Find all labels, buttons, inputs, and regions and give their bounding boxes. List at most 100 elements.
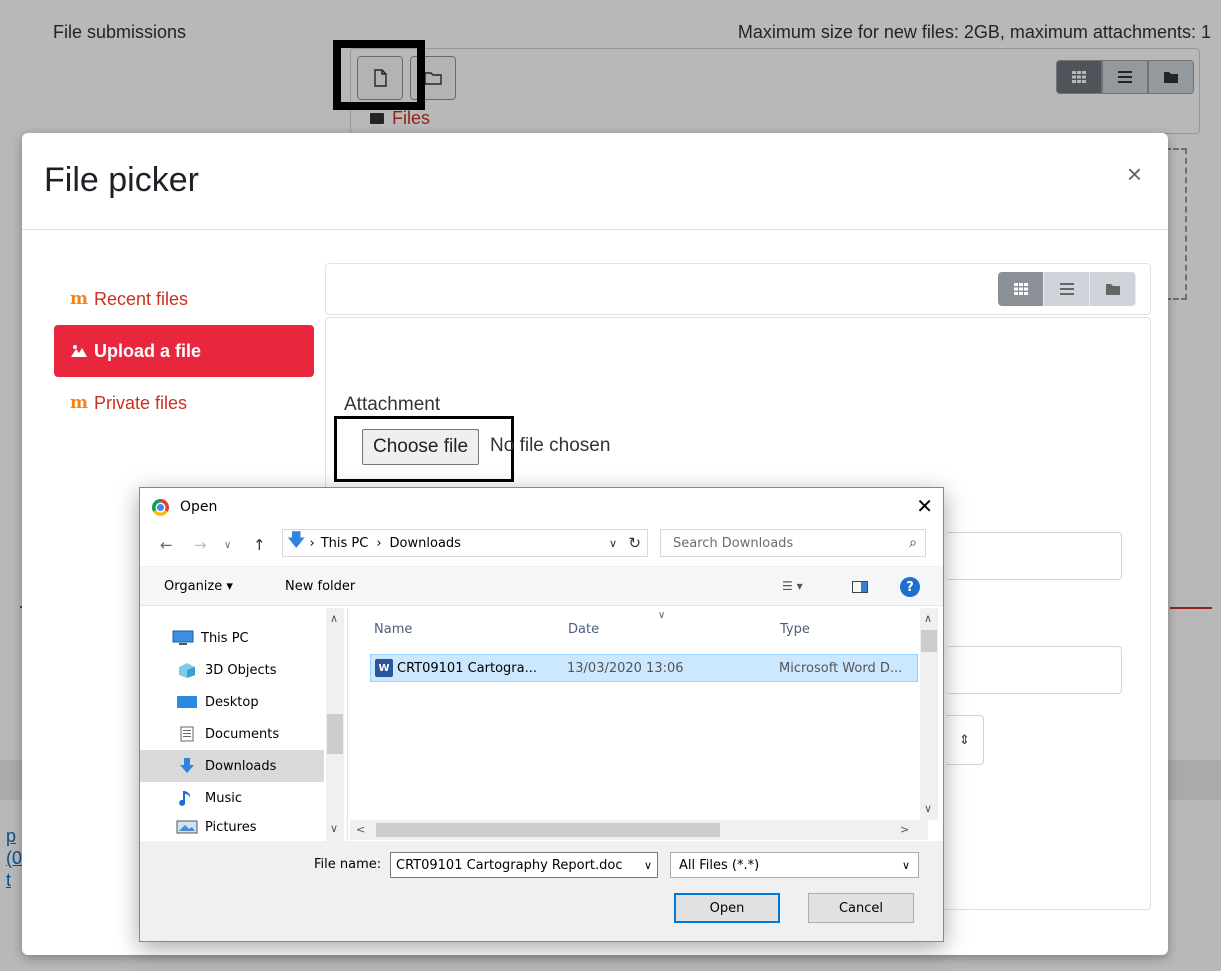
file-row[interactable]: W CRT09101 Cartogra... 13/03/2020 13:06 … [370,654,918,682]
tree-label: Music [205,790,242,806]
sort-indicator-icon: ∨ [658,610,666,621]
choose-file-button[interactable]: Choose file [362,429,480,465]
horizontal-scrollbar[interactable]: < > [350,820,928,840]
modal-title: File picker [44,161,199,199]
list-view-button[interactable] [1044,272,1090,306]
chevron-down-icon[interactable]: ∨ [609,537,617,550]
recent-locations-icon[interactable]: ∨ [224,540,231,551]
tree-item-music[interactable]: Music [140,782,324,814]
cube-icon [179,663,195,678]
address-bar[interactable]: 🡇 › This PC › Downloads ∨ ↻ [282,529,648,557]
grid-view-button[interactable] [998,272,1044,306]
file-name-input[interactable]: CRT09101 Cartography Report.doc ∨ [390,852,658,878]
close-icon[interactable]: × [1127,161,1142,187]
search-icon: ⌕ [909,535,917,551]
nav-label: Upload a file [94,340,202,361]
open-file-dialog: Open ✕ ← → ∨ ↑ 🡇 › This PC › Downloads ∨… [139,487,944,942]
chrome-icon [152,499,169,516]
column-type[interactable]: Type [780,622,810,637]
license-select[interactable]: ⇕ [946,715,984,765]
pictures-icon [176,820,198,834]
breadcrumb-sep: › [309,535,315,551]
close-icon[interactable]: ✕ [916,494,933,518]
scrollbar-thumb[interactable] [327,714,343,754]
file-date: 13/03/2020 13:06 [567,660,684,676]
nav-upload-a-file[interactable]: Upload a file [54,325,314,377]
file-name: CRT09101 Cartogra... [397,660,537,676]
back-arrow-icon[interactable]: ← [160,536,173,554]
moodle-icon: m [70,289,88,309]
scroll-right-icon[interactable]: > [900,823,909,836]
monitor-icon [172,630,194,645]
up-arrow-icon[interactable]: ↑ [253,536,266,554]
scrollbar-thumb[interactable] [921,630,937,652]
tree-item-pictures[interactable]: Pictures [140,814,324,840]
attachment-label: Attachment [344,394,441,415]
navigation-pane: This PC 3D Objects Desktop Documents Dow… [140,608,348,841]
open-button[interactable]: Open [674,893,780,923]
nav-recent-files[interactable]: m Recent files [54,273,314,325]
preview-pane-icon[interactable] [852,581,868,593]
refresh-icon[interactable]: ↻ [628,534,641,552]
modal-header: File picker × [22,133,1168,230]
documents-icon [180,726,194,742]
no-file-chosen-text: No file chosen [490,435,611,456]
column-date[interactable]: Date [568,622,599,637]
grid-icon [1013,283,1028,295]
organize-button[interactable]: Organize ▾ [164,579,233,594]
scroll-down-icon[interactable]: ∨ [924,802,932,815]
author-input[interactable] [946,646,1122,694]
breadcrumb-sep: › [376,535,382,551]
scroll-up-icon[interactable]: ∧ [330,612,338,625]
tree-scrollbar[interactable]: ∧ ∨ [326,608,344,841]
column-name[interactable]: Name [374,622,412,637]
tree-label: This PC [201,630,249,646]
breadcrumb-this-pc[interactable]: This PC [321,536,369,551]
cancel-button[interactable]: Cancel [808,893,914,923]
file-name-value: CRT09101 Cartography Report.doc [396,857,623,873]
search-input[interactable]: Search Downloads ⌕ [660,529,926,557]
view-mode-group [998,272,1136,306]
address-row: ← → ∨ ↑ 🡇 › This PC › Downloads ∨ ↻ Sear… [140,526,943,566]
nav-label: Recent files [94,288,189,309]
dialog-title: Open [180,499,218,515]
nav-private-files[interactable]: m Private files [54,377,314,429]
help-icon[interactable]: ? [900,577,920,597]
desktop-icon [177,696,197,708]
scroll-left-icon[interactable]: < [356,823,365,836]
tree-view-button[interactable] [1090,272,1136,306]
tree-item-this-pc[interactable]: This PC [140,622,324,654]
download-icon [180,758,194,773]
tree-label: 3D Objects [205,662,277,678]
tree-item-downloads[interactable]: Downloads [140,750,324,782]
save-as-input[interactable] [946,532,1122,580]
file-list-scrollbar[interactable]: ∧ ∨ [920,608,938,820]
tree-item-documents[interactable]: Documents [140,718,324,750]
scroll-down-icon[interactable]: ∨ [330,822,338,835]
search-placeholder: Search Downloads [673,535,794,551]
repository-nav: m Recent files Upload a file m Private f… [54,273,314,429]
upload-icon [71,345,87,357]
tree-item-3d-objects[interactable]: 3D Objects [140,654,324,686]
moodle-icon: m [70,393,88,413]
folder-icon [1105,284,1120,295]
music-icon [179,791,191,806]
new-folder-button[interactable]: New folder [285,579,355,594]
chevron-down-icon[interactable]: ∨ [640,858,652,872]
dialog-footer: File name: CRT09101 Cartography Report.d… [140,841,943,941]
forward-arrow-icon[interactable]: → [194,536,207,554]
tree-item-desktop[interactable]: Desktop [140,686,324,718]
file-list: Name Date ∨ Type W CRT09101 Cartogra... … [350,608,938,824]
scroll-up-icon[interactable]: ∧ [924,612,932,625]
dialog-toolbar: Organize ▾ New folder ☰ ▾ ? [140,566,943,606]
file-type: Microsoft Word D... [779,660,903,676]
file-type-select[interactable]: All Files (*.*) ∨ [670,852,919,878]
change-view-icon[interactable]: ☰ ▾ [782,579,803,593]
picker-toolbar [325,263,1151,315]
file-name-label: File name: [314,857,382,872]
word-document-icon: W [375,659,393,677]
chevron-down-icon: ∨ [901,858,910,872]
file-type-value: All Files (*.*) [679,857,760,873]
breadcrumb-downloads[interactable]: Downloads [390,536,461,551]
scrollbar-thumb[interactable] [376,823,720,837]
